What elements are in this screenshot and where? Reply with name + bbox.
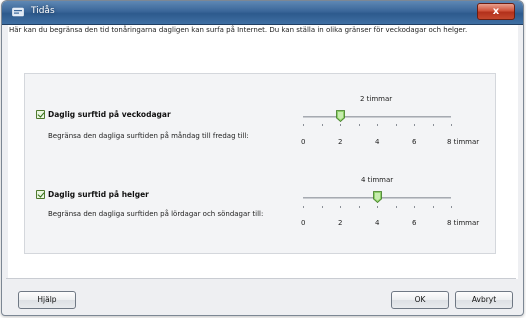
slider-tick (414, 124, 415, 126)
slider-thumb-icon[interactable] (373, 191, 382, 203)
weekend-description: Begränsa den dagliga surftiden på lördag… (48, 210, 264, 218)
slider-tick (340, 124, 341, 126)
tick-label: 2 (338, 219, 343, 227)
tick-label: 4 (375, 138, 380, 146)
weekday-description: Begränsa den dagliga surftiden på måndag… (48, 132, 249, 140)
slider-tick (340, 206, 341, 208)
weekend-value-label: 4 timmar (361, 176, 394, 184)
weekday-title: Daglig surftid på veckodagar (48, 110, 171, 119)
slider-tick (322, 206, 323, 208)
weekday-checkbox[interactable] (36, 110, 45, 119)
slider-tick (322, 124, 323, 126)
weekend-title: Daglig surftid på helger (48, 190, 149, 199)
slider-thumb-icon[interactable] (336, 110, 345, 122)
settings-panel: Daglig surftid på veckodagar Begränsa de… (24, 73, 496, 254)
weekend-checkbox[interactable] (36, 190, 45, 199)
help-button[interactable]: Hjälp (18, 291, 76, 309)
weekday-slider-track[interactable] (303, 116, 451, 118)
slider-tick (451, 124, 452, 126)
close-button[interactable]: x (477, 3, 515, 20)
slider-tick (359, 206, 360, 208)
slider-tick (433, 124, 434, 126)
slider-tick (396, 206, 397, 208)
slider-tick (433, 206, 434, 208)
tick-label: 4 (375, 219, 380, 227)
slider-tick (414, 206, 415, 208)
close-icon: x (492, 6, 500, 17)
footer-divider (6, 278, 516, 279)
tick-label: 6 (412, 138, 417, 146)
weekday-section: Daglig surftid på veckodagar Begränsa de… (25, 74, 495, 164)
slider-tick (451, 206, 452, 208)
weekend-section: Daglig surftid på helger Begränsa den da… (25, 164, 495, 254)
cancel-button[interactable]: Avbryt (455, 291, 513, 309)
slider-tick (377, 206, 378, 208)
clock-shield-icon (12, 7, 24, 17)
ok-button[interactable]: OK (391, 291, 449, 309)
tick-label: 6 (412, 219, 417, 227)
tick-label: 0 (301, 219, 306, 227)
weekday-value-label: 2 timmar (360, 95, 393, 103)
slider-tick (303, 124, 304, 126)
slider-tick (303, 206, 304, 208)
slider-tick (359, 124, 360, 126)
intro-text: Här kan du begränsa den tid tonåringarna… (9, 26, 468, 34)
tick-label: 0 (301, 138, 306, 146)
tick-label: 8 timmar (447, 138, 480, 146)
tick-label: 8 timmar (447, 219, 480, 227)
tick-label: 2 (338, 138, 343, 146)
window-title: Tidås (31, 6, 55, 16)
slider-tick (377, 124, 378, 126)
slider-tick (396, 124, 397, 126)
title-bar[interactable]: Tidås x (2, 1, 523, 25)
